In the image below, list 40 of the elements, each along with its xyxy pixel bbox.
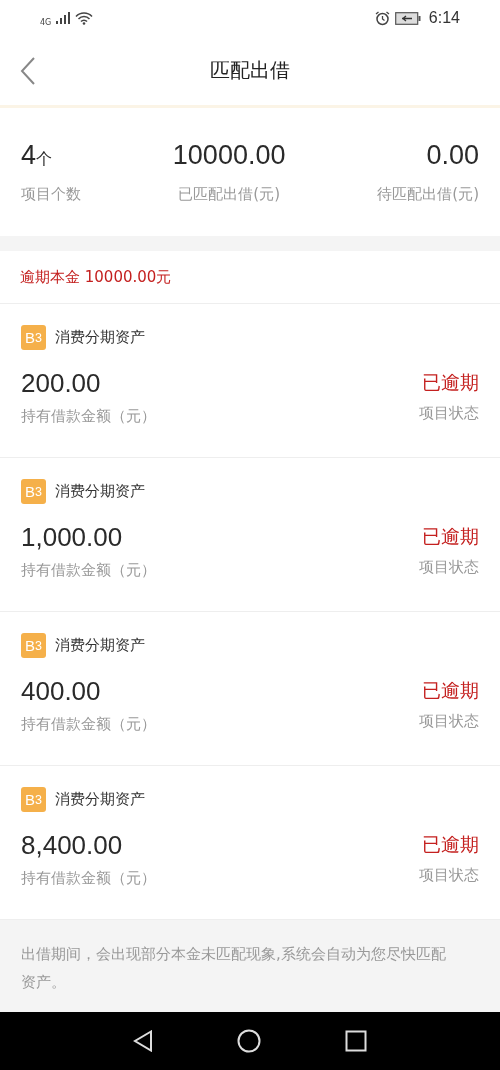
status-label: 项目状态 bbox=[419, 712, 479, 731]
asset-amount: 1,000.00 bbox=[21, 522, 124, 553]
asset-name: 消费分期资产 bbox=[55, 328, 145, 347]
asset-name: 消费分期资产 bbox=[55, 482, 145, 501]
battery-charging-icon bbox=[394, 11, 421, 25]
amount-label: 持有借款金额（元） bbox=[21, 407, 156, 426]
overdue-principal: 逾期本金 10000.00元 bbox=[20, 267, 172, 287]
signal-icon bbox=[56, 12, 71, 24]
wifi-icon bbox=[75, 11, 94, 25]
amount-label: 持有借款金额（元） bbox=[21, 869, 156, 888]
asset-status: 已逾期 bbox=[422, 678, 479, 703]
back-icon[interactable] bbox=[20, 57, 36, 85]
asset-amount: 400.00 bbox=[21, 676, 102, 707]
unit-label: 个 bbox=[36, 149, 53, 170]
home-nav-icon[interactable] bbox=[237, 1029, 261, 1053]
back-nav-icon[interactable] bbox=[133, 1030, 153, 1052]
asset-status: 已逾期 bbox=[422, 370, 479, 395]
alarm-icon bbox=[374, 10, 390, 26]
asset-name: 消费分期资产 bbox=[55, 636, 145, 655]
summary-label: 项目个数 bbox=[21, 185, 81, 204]
asset-amount: 8,400.00 bbox=[21, 830, 124, 861]
summary-label: 已匹配出借(元) bbox=[178, 185, 280, 204]
status-label: 项目状态 bbox=[419, 404, 479, 423]
footer-note: 出借期间，会出现部分本金未匹配现象,系统会自动为您尽快匹配资产。 bbox=[21, 945, 446, 991]
summary-value: 10000.00 bbox=[172, 140, 286, 171]
status-label: 项目状态 bbox=[419, 866, 479, 885]
status-label: 项目状态 bbox=[419, 558, 479, 577]
network-type: 4G bbox=[40, 17, 52, 27]
asset-status: 已逾期 bbox=[422, 832, 479, 857]
page-title: 匹配出借 bbox=[210, 57, 290, 84]
asset-amount: 200.00 bbox=[21, 368, 102, 399]
summary-value: 0.00 bbox=[426, 140, 479, 171]
clock-time: 6:14 bbox=[428, 9, 460, 27]
amount-label: 持有借款金额（元） bbox=[21, 715, 156, 734]
summary-label: 待匹配出借(元) bbox=[377, 185, 479, 204]
asset-status: 已逾期 bbox=[422, 524, 479, 549]
summary-value: 4 bbox=[21, 140, 37, 171]
amount-label: 持有借款金额（元） bbox=[21, 561, 156, 580]
asset-name: 消费分期资产 bbox=[55, 790, 145, 809]
recents-nav-icon[interactable] bbox=[345, 1030, 367, 1052]
